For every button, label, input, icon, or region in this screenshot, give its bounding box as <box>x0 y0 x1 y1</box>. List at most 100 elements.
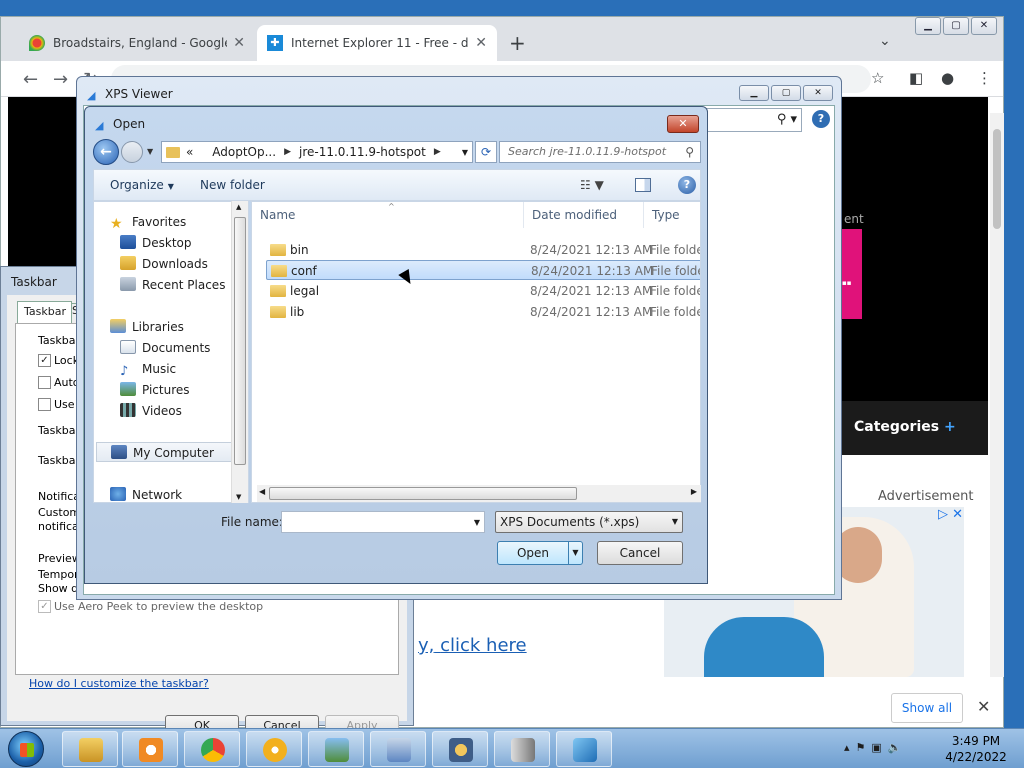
address-dropdown-icon[interactable]: ▼ <box>462 148 468 157</box>
organize-menu-button[interactable]: Organize ▼ <box>110 178 174 192</box>
breadcrumb-adoptopenjdk[interactable]: AdoptOp... <box>212 145 276 159</box>
taskbar-server-app[interactable] <box>494 731 550 767</box>
show-all-downloads-button[interactable]: Show all <box>891 693 963 723</box>
scrollbar-thumb[interactable] <box>993 129 1001 229</box>
tab-taskbar[interactable]: Taskbar <box>17 301 72 323</box>
help-icon[interactable]: ? <box>678 176 696 194</box>
new-tab-button[interactable]: + <box>509 31 526 55</box>
ad-choices-close-icon[interactable]: ▷ ✕ <box>938 507 963 522</box>
column-header-type[interactable]: Type <box>644 202 700 228</box>
scroll-left-arrow-icon[interactable]: ◀ <box>259 487 265 496</box>
close-button[interactable]: ✕ <box>667 115 699 133</box>
close-button[interactable]: ✕ <box>803 85 833 101</box>
column-header-name[interactable]: Name ^ <box>252 202 524 228</box>
aero-peek-checkbox[interactable]: ✓ <box>38 600 51 613</box>
cancel-button[interactable]: Cancel <box>597 541 683 565</box>
nav-network[interactable]: Network <box>110 485 248 502</box>
taskbar-security-app[interactable] <box>246 731 302 767</box>
new-folder-button[interactable]: New folder <box>200 178 265 192</box>
tab-internet-explorer-download[interactable]: ✚ Internet Explorer 11 - Free - dow ✕ <box>257 25 497 61</box>
open-button[interactable]: Open ▼ <box>497 541 583 565</box>
close-button[interactable]: ✕ <box>971 17 997 35</box>
breadcrumb-separator-icon[interactable]: ▶ <box>284 147 291 157</box>
bookmark-star-icon[interactable]: ☆ <box>871 69 884 87</box>
breadcrumb-jre[interactable]: jre-11.0.11.9-hotspot <box>299 145 426 159</box>
chrome-menu-icon[interactable]: ⋮ <box>977 69 992 87</box>
scroll-right-arrow-icon[interactable]: ▶ <box>691 487 697 496</box>
customize-taskbar-help-link[interactable]: How do I customize the taskbar? <box>29 677 209 690</box>
categories-menu[interactable]: Categories + <box>854 419 956 435</box>
file-type-select[interactable]: XPS Documents (*.xps) ▼ <box>495 511 683 533</box>
file-name-dropdown-icon[interactable]: ▼ <box>474 518 480 527</box>
sidepanel-icon[interactable]: ◧ <box>909 69 923 87</box>
file-name-input[interactable]: ▼ <box>281 511 485 533</box>
refresh-icon[interactable]: ⟳ <box>475 141 497 163</box>
nav-libraries[interactable]: Libraries <box>110 317 248 337</box>
scroll-down-arrow-icon[interactable]: ▼ <box>236 493 241 501</box>
file-list-horizontal-scrollbar[interactable]: ◀ ▶ <box>257 485 701 502</box>
minimize-button[interactable]: ▁ <box>915 17 941 35</box>
preview-pane-icon[interactable] <box>635 178 651 192</box>
taskbar-chrome[interactable] <box>184 731 240 767</box>
nav-pictures[interactable]: Pictures <box>120 380 248 400</box>
search-icon[interactable]: ⚲ <box>685 142 694 162</box>
column-header-date[interactable]: Date modified <box>524 202 644 228</box>
file-row[interactable]: legal 8/24/2021 12:13 AM File folder <box>266 281 700 301</box>
minimize-button[interactable]: ▁ <box>739 85 769 101</box>
nav-documents[interactable]: Documents <box>120 338 248 358</box>
tab-google-maps[interactable]: Broadstairs, England - Google M ✕ <box>19 25 255 61</box>
nav-recent-places[interactable]: Recent Places <box>120 275 248 295</box>
page-scrollbar[interactable] <box>990 113 1004 677</box>
taskbar-secure-app[interactable] <box>432 731 488 767</box>
nav-favorites[interactable]: ★ Favorites <box>110 212 248 232</box>
xps-search-box[interactable]: ⚲ ▾ <box>706 108 802 132</box>
scroll-up-arrow-icon[interactable]: ▲ <box>236 203 241 211</box>
lock-checkbox[interactable]: ✓ <box>38 354 51 367</box>
close-tab-icon[interactable]: ✕ <box>475 35 487 51</box>
pink-promo-banner[interactable]: ▪▪ <box>840 229 862 319</box>
file-row[interactable]: lib 8/24/2021 12:13 AM File folder <box>266 302 700 322</box>
taskbar-explorer[interactable] <box>62 731 118 767</box>
start-button[interactable] <box>8 731 44 767</box>
autohide-checkbox[interactable] <box>38 376 51 389</box>
taskbar-xps-viewer[interactable] <box>556 731 612 767</box>
tab-search-chevron-icon[interactable]: ⌄ <box>879 33 891 49</box>
breadcrumb-separator-icon[interactable]: ▶ <box>434 147 441 157</box>
click-here-link[interactable]: y, click here <box>418 635 527 656</box>
help-icon[interactable]: ? <box>812 110 830 128</box>
small-icons-checkbox[interactable] <box>38 398 51 411</box>
close-tab-icon[interactable]: ✕ <box>233 35 245 51</box>
system-tray-icons[interactable]: ▴⚑▣🔈 <box>844 741 907 754</box>
system-clock[interactable]: 3:49 PM 4/22/2022 <box>942 733 1010 765</box>
nav-downloads[interactable]: Downloads <box>120 254 248 274</box>
forward-button[interactable] <box>121 141 143 163</box>
forward-icon[interactable]: → <box>53 69 68 90</box>
maximize-button[interactable]: ▢ <box>943 17 969 35</box>
back-icon[interactable]: ← <box>23 69 38 90</box>
search-placeholder: Search jre-11.0.11.9-hotspot <box>508 145 667 158</box>
nav-videos[interactable]: Videos <box>120 401 248 421</box>
open-options-dropdown-icon[interactable]: ▼ <box>568 542 582 564</box>
open-file-dialog: ◢ Open ✕ ← ▼ « ▶ AdoptOp... ▶ jre-11.0.1… <box>84 106 708 584</box>
maximize-button[interactable]: ▢ <box>771 85 801 101</box>
nav-desktop[interactable]: Desktop <box>120 233 248 253</box>
recent-locations-dropdown-icon[interactable]: ▼ <box>147 147 153 156</box>
taskbar-media-player[interactable] <box>122 731 178 767</box>
nav-pane-scrollbar[interactable]: ▲ ▼ <box>231 201 248 503</box>
back-button[interactable]: ← <box>93 139 119 165</box>
breadcrumb-overflow[interactable]: « <box>186 145 193 159</box>
change-view-icon[interactable]: ☷ ▼ <box>580 178 604 192</box>
scrollbar-thumb[interactable] <box>269 487 577 500</box>
address-breadcrumb[interactable]: « ▶ AdoptOp... ▶ jre-11.0.11.9-hotspot ▶… <box>161 141 473 163</box>
scrollbar-thumb[interactable] <box>234 217 246 465</box>
taskbar-control-panel[interactable] <box>370 731 426 767</box>
link-text[interactable]: click here <box>440 635 527 656</box>
profile-avatar-icon[interactable]: ● <box>941 69 954 87</box>
file-row[interactable]: bin 8/24/2021 12:13 AM File folder <box>266 240 700 260</box>
search-input[interactable]: Search jre-11.0.11.9-hotspot ⚲ <box>499 141 701 163</box>
close-downloads-bar-icon[interactable]: ✕ <box>977 697 990 716</box>
nav-music[interactable]: ♪ Music <box>120 359 248 379</box>
taskbar-image-viewer[interactable] <box>308 731 364 767</box>
file-row-selected[interactable]: conf 8/24/2021 12:13 AM File folder <box>266 260 700 280</box>
nav-my-computer[interactable]: My Computer <box>96 442 234 462</box>
